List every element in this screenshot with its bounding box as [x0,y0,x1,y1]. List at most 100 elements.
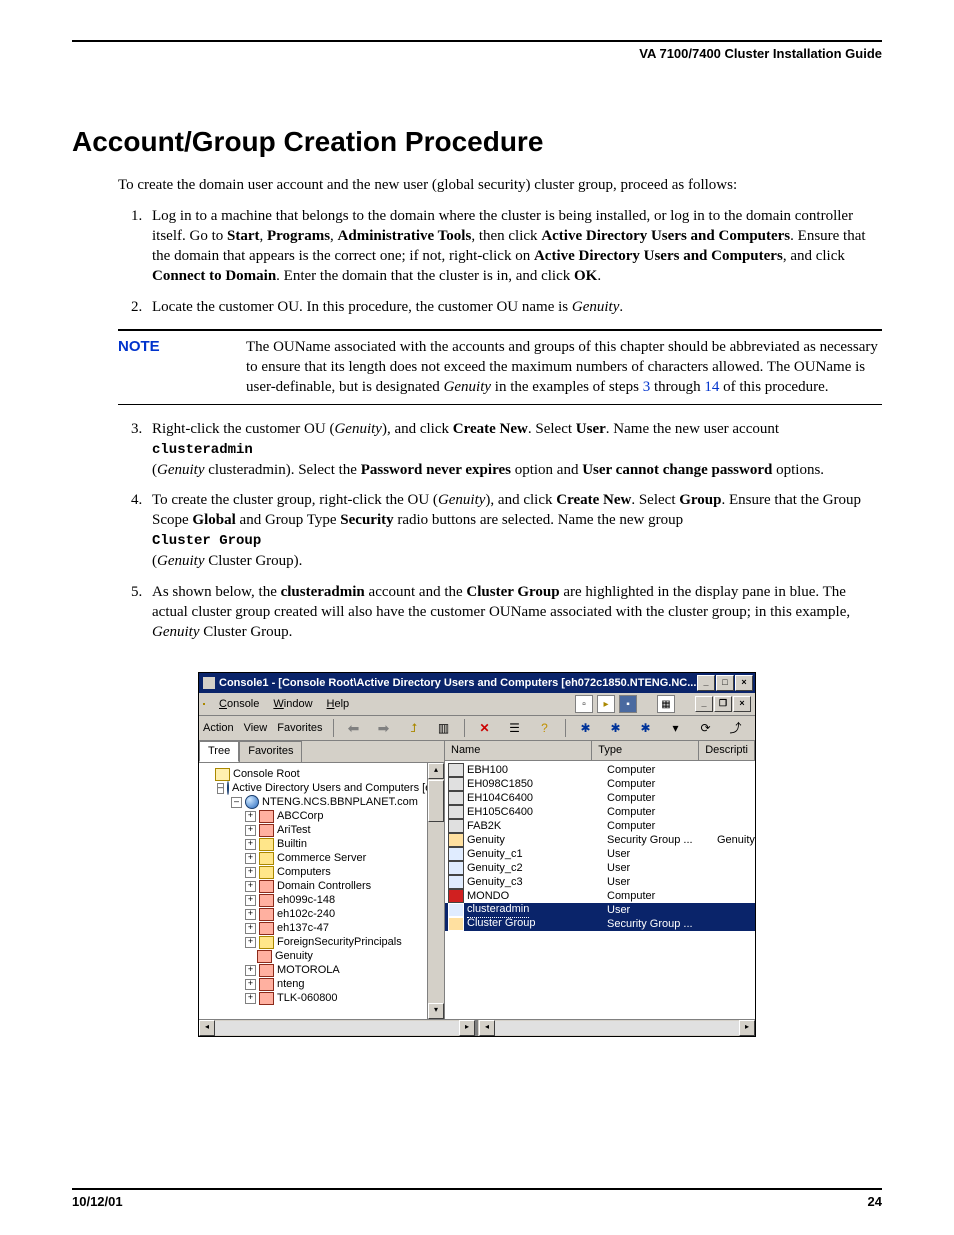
menu-view[interactable]: View [244,721,268,736]
intro-text: To create the domain user account and th… [118,175,882,195]
list-row[interactable]: EH098C1850Computer [445,777,755,791]
row-desc: Genuity [717,833,755,848]
list-row[interactable]: EH105C6400Computer [445,805,755,819]
column-headers: Name Type Descripti [445,741,755,761]
tree-item[interactable]: AriTest [277,823,311,837]
tree-item[interactable]: Computers [277,865,331,879]
up-folder-icon[interactable]: ⮥ [404,718,424,738]
window-title: Console1 - [Console Root\Active Director… [219,676,696,691]
export-icon[interactable]: ⤴ [726,718,746,738]
help-icon[interactable]: ? [535,718,555,738]
funnel-icon[interactable]: ▾ [666,718,686,738]
find-icon[interactable]: ✱ [576,718,596,738]
filter-icon-2[interactable]: ✱ [636,718,656,738]
tree-item[interactable]: eh137c-47 [277,921,329,935]
list-row[interactable]: clusteradminUser [445,903,755,917]
titlebar[interactable]: Console1 - [Console Root\Active Director… [199,673,755,693]
tree-item[interactable]: Commerce Server [277,851,366,865]
forward-icon[interactable]: ➡ [374,718,394,738]
hscroll-right-icon[interactable]: ▸ [459,1020,475,1036]
minimize-button[interactable]: _ [697,675,715,691]
scroll-up-icon[interactable]: ▴ [428,763,444,779]
list-row[interactable]: EBH100Computer [445,763,755,777]
list-row[interactable]: MONDOComputer [445,889,755,903]
right-hscroll[interactable]: ◂ ▸ [479,1020,755,1036]
domain-icon [245,795,259,809]
col-description[interactable]: Descripti [699,741,755,760]
tree-scrollbar[interactable]: ▴ ▾ [427,763,444,1019]
hscroll-right-icon-2[interactable]: ▸ [739,1020,755,1036]
tree-item[interactable]: Domain Controllers [277,879,371,893]
menu-window[interactable]: Window [273,697,312,712]
tree-domain[interactable]: NTENG.NCS.BBNPLANET.com [262,795,418,809]
step1-aduc2: Active Directory Users and Computers [534,248,783,264]
list-row[interactable]: Cluster GroupSecurity Group ... [445,917,755,931]
row-name: EH104C6400 [467,791,607,806]
mdi-minimize-button[interactable]: _ [695,696,713,712]
menu-action[interactable]: Action [203,721,234,736]
tree-root[interactable]: Console Root [233,767,300,781]
refresh-icon[interactable]: ⟳ [696,718,716,738]
tree-item[interactable]: MOTOROLA [277,963,340,977]
step1-programs: Programs [267,228,330,244]
mdi-restore-button[interactable]: ❐ [714,696,732,712]
menu-console[interactable]: Console [219,697,259,712]
left-hscroll[interactable]: ◂ ▸ [199,1020,475,1036]
row-name: Cluster Group [467,916,607,932]
new-icon[interactable]: ▫ [575,695,593,713]
row-type: Computer [607,805,717,820]
tree-item[interactable]: TLK-060800 [277,991,338,1005]
menu-help[interactable]: Help [327,697,350,712]
scroll-down-icon[interactable]: ▾ [428,1003,444,1019]
header-guide-title: VA 7100/7400 Cluster Installation Guide [72,45,882,63]
step2-lead: Locate the customer OU. In this procedur… [152,299,572,315]
folder-icon [215,768,230,781]
list-row[interactable]: GenuitySecurity Group ...Genuity [445,833,755,847]
tree-item[interactable]: Builtin [277,837,307,851]
maximize-button[interactable]: □ [716,675,734,691]
tab-favorites[interactable]: Favorites [239,741,302,762]
menu-favorites[interactable]: Favorites [277,721,322,736]
tree-item[interactable]: nteng [277,977,305,991]
list-rows[interactable]: EBH100ComputerEH098C1850ComputerEH104C64… [445,761,755,931]
list-row[interactable]: Genuity_c3User [445,875,755,889]
tree-item[interactable]: Genuity [275,949,313,963]
tree-item[interactable]: eh099c-148 [277,893,335,907]
tree-aduc[interactable]: Active Directory Users and Computers [eh… [232,781,444,795]
col-type[interactable]: Type [592,741,699,760]
tree-item[interactable]: eh102c-240 [277,907,335,921]
list-row[interactable]: Genuity_c2User [445,861,755,875]
step-ref-14[interactable]: 14 [704,379,719,395]
filter-icon-1[interactable]: ✱ [606,718,626,738]
step2-genuity: Genuity [572,299,619,315]
close-button[interactable]: × [735,675,753,691]
ou-icon [259,880,274,893]
scroll-thumb[interactable] [428,780,444,822]
hscroll-left-icon-2[interactable]: ◂ [479,1020,495,1036]
list-row[interactable]: EH104C6400Computer [445,791,755,805]
ou-icon [259,852,274,865]
views-icon[interactable]: ▦ [657,695,675,713]
open-icon[interactable]: ▸ [597,695,615,713]
save-icon[interactable]: ▪ [619,695,637,713]
list-row[interactable]: FAB2KComputer [445,819,755,833]
tree-item[interactable]: ABCCorp [277,809,323,823]
delete-icon[interactable]: ✕ [475,718,495,738]
tree-item[interactable]: ForeignSecurityPrincipals [277,935,402,949]
ou-icon [259,908,274,921]
tab-tree[interactable]: Tree [199,741,239,762]
properties-icon[interactable]: ☰ [505,718,525,738]
mdi-close-button[interactable]: × [733,696,751,712]
ou-icon [259,978,274,991]
list-row[interactable]: Genuity_c1User [445,847,755,861]
comp-icon [448,819,464,833]
row-type: Security Group ... [607,917,717,932]
ou-icon [259,894,274,907]
col-name[interactable]: Name [445,741,592,760]
row-type: Computer [607,763,717,778]
tree[interactable]: Console Root –Active Directory Users and… [199,763,444,1019]
back-icon[interactable]: ⬅ [344,718,364,738]
hscroll-left-icon[interactable]: ◂ [199,1020,215,1036]
show-hide-icon[interactable]: ▥ [434,718,454,738]
steps-list-part2: Right-click the customer OU (Genuity), a… [118,419,882,643]
